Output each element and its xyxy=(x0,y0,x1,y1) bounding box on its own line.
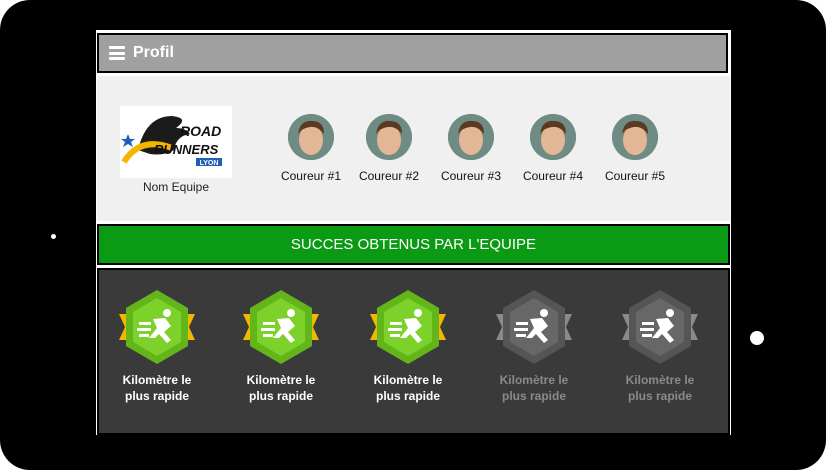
badge-3[interactable]: Kilomètre le plus rapide xyxy=(356,288,460,404)
badges-panel: Kilomètre le plus rapide Kilomètre le pl… xyxy=(97,268,730,435)
road-runners-logo: ROAD RUNNERS LYON xyxy=(121,116,222,167)
runner-label: Coureur #5 xyxy=(604,169,666,183)
team-panel: ROAD RUNNERS LYON Nom Equipe Coureur #1 … xyxy=(97,76,730,221)
runner-2[interactable]: Coureur #2 xyxy=(349,114,429,183)
badge-label: Kilomètre le plus rapide xyxy=(373,373,443,403)
badge-2[interactable]: Kilomètre le plus rapide xyxy=(229,288,333,404)
badge-5[interactable]: Kilomètre le plus rapide xyxy=(608,288,712,404)
tablet-frame: Profil ROAD RUNNERS LYON Nom Equipe Cour… xyxy=(0,0,826,470)
badge-label: Kilomètre le plus rapide xyxy=(246,373,316,403)
achievement-hexagon xyxy=(119,290,195,364)
badge-4[interactable]: Kilomètre le plus rapide xyxy=(482,288,586,404)
home-button[interactable] xyxy=(750,331,764,345)
badge-1[interactable]: Kilomètre le plus rapide xyxy=(105,288,209,404)
logo-text-runners: RUNNERS xyxy=(154,142,219,157)
achievement-hexagon xyxy=(622,290,698,364)
logo-text-road: ROAD xyxy=(180,123,221,139)
runner-label: Coureur #2 xyxy=(358,169,420,183)
badge-label: Kilomètre le plus rapide xyxy=(499,373,569,403)
page-title: Profil xyxy=(133,44,174,61)
app-screen: Profil ROAD RUNNERS LYON Nom Equipe Cour… xyxy=(96,30,731,435)
runner-label: Coureur #3 xyxy=(440,169,502,183)
badge-label: Kilomètre le plus rapide xyxy=(122,373,192,403)
achievement-hexagon xyxy=(370,290,446,364)
success-banner: SUCCES OBTENUS PAR L'EQUIPE xyxy=(97,224,730,265)
runner-3[interactable]: Coureur #3 xyxy=(431,114,511,183)
logo-text-lyon: LYON xyxy=(200,160,219,167)
runner-avatar xyxy=(612,114,658,160)
runner-avatar xyxy=(530,114,576,160)
runner-5[interactable]: Coureur #5 xyxy=(595,114,675,183)
runner-label: Coureur #1 xyxy=(280,169,342,183)
team-name: Nom Equipe xyxy=(142,180,210,194)
runner-avatar xyxy=(448,114,494,160)
achievement-hexagon xyxy=(496,290,572,364)
runner-avatar xyxy=(366,114,412,160)
team-logo[interactable]: ROAD RUNNERS LYON xyxy=(120,106,232,178)
camera-dot xyxy=(51,234,56,239)
runner-1[interactable]: Coureur #1 xyxy=(271,114,351,183)
hamburger-icon[interactable] xyxy=(109,46,125,60)
runner-avatar xyxy=(288,114,334,160)
badge-label: Kilomètre le plus rapide xyxy=(625,373,695,403)
achievement-hexagon xyxy=(243,290,319,364)
runner-4[interactable]: Coureur #4 xyxy=(513,114,593,183)
top-app-bar: Profil xyxy=(97,33,728,73)
runner-label: Coureur #4 xyxy=(522,169,584,183)
